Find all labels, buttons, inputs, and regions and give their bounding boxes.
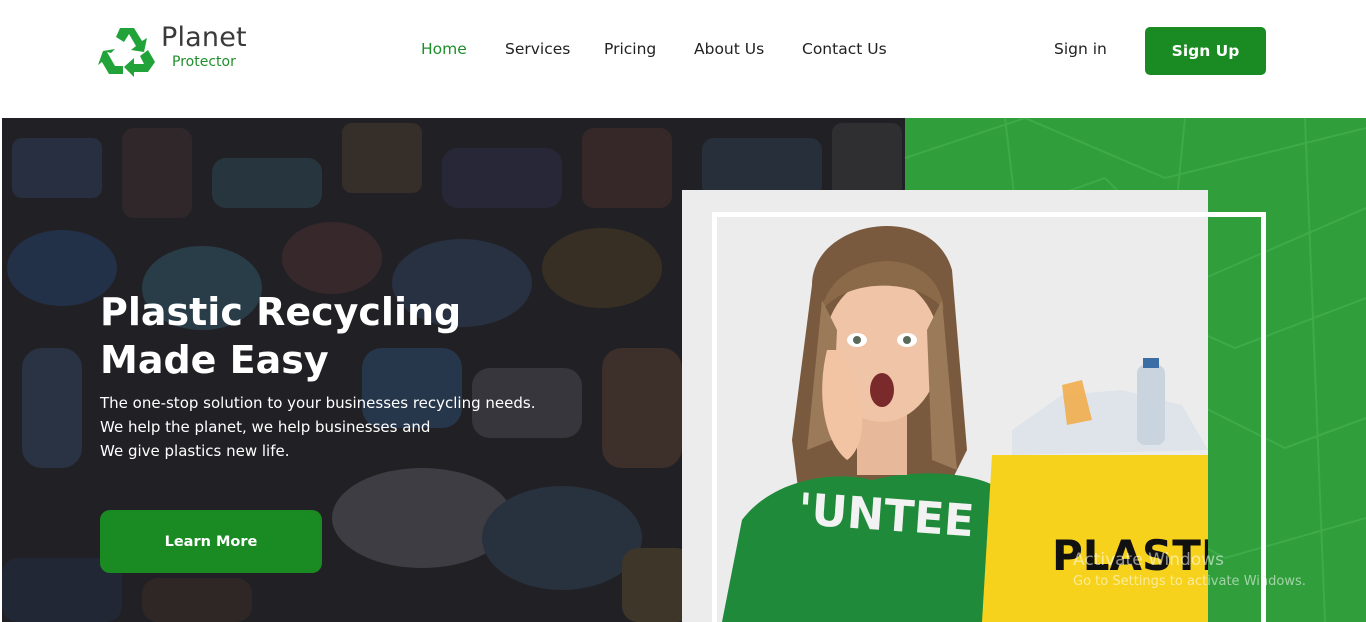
learn-more-button[interactable]: Learn More bbox=[100, 510, 322, 573]
site-header: Planet Protector Home Services Pricing A… bbox=[0, 0, 1366, 118]
sign-in-link[interactable]: Sign in bbox=[1054, 40, 1107, 58]
hero-title: Plastic Recycling Made Easy bbox=[100, 288, 620, 384]
nav-item-pricing[interactable]: Pricing bbox=[604, 40, 656, 58]
watermark-line: Go to Settings to activate Windows. bbox=[1073, 574, 1306, 589]
nav-item-home[interactable]: Home bbox=[421, 40, 467, 58]
hero-subtitle-line: We help the planet, we help businesses a… bbox=[100, 418, 431, 436]
activate-windows-watermark: Activate Windows Go to Settings to activ… bbox=[1073, 550, 1306, 589]
nav-item-contact-us[interactable]: Contact Us bbox=[802, 40, 887, 58]
recycle-icon bbox=[98, 28, 155, 77]
brand-name: Planet bbox=[161, 22, 247, 53]
nav-item-services[interactable]: Services bbox=[505, 40, 570, 58]
brand-tagline: Protector bbox=[172, 54, 236, 70]
hero-title-line: Plastic Recycling bbox=[100, 290, 462, 334]
nav-item-about-us[interactable]: About Us bbox=[694, 40, 764, 58]
hero-section: Plastic Recycling Made Easy The one-stop… bbox=[2, 118, 1366, 622]
hero-title-line: Made Easy bbox=[100, 338, 329, 382]
hero-subtitle-line: The one-stop solution to your businesses… bbox=[100, 394, 536, 412]
hero-subtitle: The one-stop solution to your businesses… bbox=[100, 391, 660, 463]
brand-logo[interactable]: Planet Protector bbox=[98, 22, 258, 80]
sign-up-button[interactable]: Sign Up bbox=[1145, 27, 1266, 75]
watermark-line: Activate Windows bbox=[1073, 550, 1224, 570]
hero-subtitle-line: We give plastics new life. bbox=[100, 442, 290, 460]
